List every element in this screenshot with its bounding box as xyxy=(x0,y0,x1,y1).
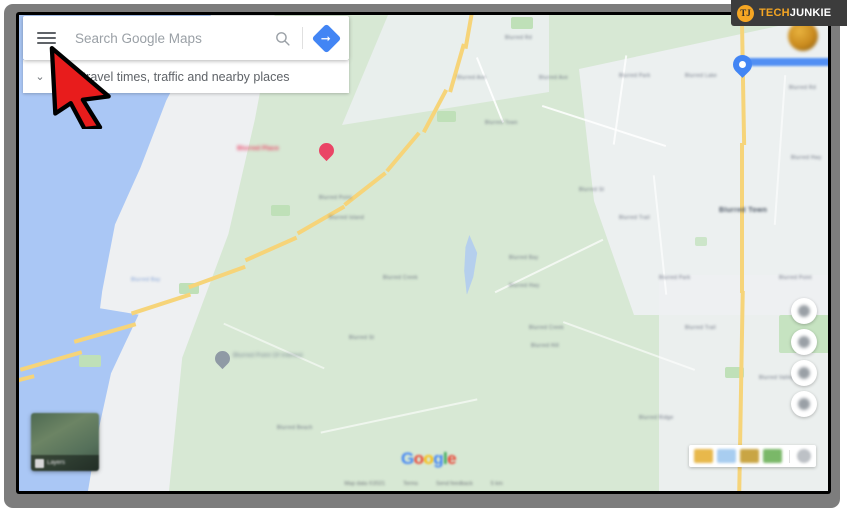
map-label: Blurred Ave xyxy=(457,75,487,81)
map-park xyxy=(437,111,456,122)
street-view-pegman-button[interactable] xyxy=(791,298,817,324)
map-label: Blurred Hwy xyxy=(791,155,822,161)
map-label: Blurred St xyxy=(349,335,375,341)
google-logo-letter: G xyxy=(401,449,414,468)
toolbar-round-button[interactable] xyxy=(797,449,811,463)
map-label: Blurred Valley xyxy=(759,375,794,381)
map-label: Blurred Ave xyxy=(539,75,569,81)
google-logo-letter: o xyxy=(423,449,434,468)
techjunkie-badge-icon: TJ xyxy=(737,4,754,22)
map-label: Blurred St xyxy=(579,187,605,193)
map-label: Blurred Hwy xyxy=(509,283,540,289)
google-logo-letter: g xyxy=(433,449,444,468)
attribution-item[interactable]: Terms xyxy=(403,481,418,487)
map-label: Blurred Town xyxy=(485,120,518,126)
poi-pin[interactable]: Blurred Point Of Interest xyxy=(211,347,303,370)
search-icon[interactable] xyxy=(262,16,302,60)
map-park xyxy=(271,205,290,216)
map-label: Blurred Island xyxy=(329,215,365,221)
map-attribution: Map data ©2021 Terms Send feedback 5 km xyxy=(19,479,828,489)
google-logo: Google xyxy=(401,449,457,469)
map-label: Blurred Point xyxy=(779,275,812,281)
layers-thumbnail[interactable]: Layers xyxy=(31,413,99,471)
toolbar-chip[interactable] xyxy=(740,449,759,463)
travel-times-panel[interactable]: ⌄ See travel times, traffic and nearby p… xyxy=(23,60,349,93)
layers-caption: Layers xyxy=(31,455,99,471)
search-card[interactable]: ➞ xyxy=(23,16,349,60)
travel-times-label: See travel times, traffic and nearby pla… xyxy=(57,69,290,84)
attribution-item: 5 km xyxy=(490,481,503,487)
map-park xyxy=(79,355,101,367)
map-park xyxy=(695,237,707,246)
toolbar-divider xyxy=(789,449,790,463)
map-label-water: Blurred Bay xyxy=(131,277,161,283)
map-label: Blurred Bay xyxy=(509,255,539,261)
map-park xyxy=(511,17,533,29)
map-label: Blurred Trail xyxy=(685,325,716,331)
current-location-pin[interactable] xyxy=(729,51,828,78)
location-label-bar xyxy=(747,58,828,66)
map-label: Blurred Ridge xyxy=(639,415,674,421)
techjunkie-watermark: TJ TECHJUNKIE xyxy=(731,0,847,26)
toolbar-chip[interactable] xyxy=(717,449,736,463)
map-label: Blurred Rd xyxy=(789,85,816,91)
pin-head xyxy=(211,347,234,370)
search-input[interactable] xyxy=(69,30,262,46)
chevron-down-icon[interactable]: ⌄ xyxy=(23,70,57,83)
hamburger-menu-icon[interactable] xyxy=(23,16,69,60)
google-logo-letter: o xyxy=(413,449,424,468)
map-label: Blurred Park xyxy=(619,73,651,79)
map-label: Blurred Creek xyxy=(383,275,418,281)
map-label: Blurred Point xyxy=(319,195,352,201)
zoom-in-button[interactable] xyxy=(791,360,817,386)
watermark-text-primary: TECH xyxy=(759,7,790,19)
map-label: Blurred Beach xyxy=(277,425,313,431)
toolbar-chip[interactable] xyxy=(694,449,713,463)
toolbar-chip[interactable] xyxy=(763,449,782,463)
pin-label: Blurred Place xyxy=(237,145,279,152)
attribution-item: Map data ©2021 xyxy=(344,481,386,487)
pin-head xyxy=(315,139,338,162)
watermark-text-secondary: JUNKIE xyxy=(789,7,832,19)
map-bottom-toolbar[interactable] xyxy=(689,445,816,467)
map-label: Blurred Creek xyxy=(529,325,564,331)
google-logo-letter: e xyxy=(447,449,456,468)
map-label-city: Blurred Town xyxy=(719,207,768,214)
map-viewport[interactable]: Blurred Rd Blurred Ave Blurred Park Blur… xyxy=(19,15,828,491)
map-controls-stack[interactable] xyxy=(791,298,817,417)
directions-icon[interactable]: ➞ xyxy=(303,16,349,60)
map-label: Blurred Park xyxy=(659,275,691,281)
map-label: Blurred Lake xyxy=(685,73,717,79)
zoom-out-button[interactable] xyxy=(791,391,817,417)
map-label: Blurred Trail xyxy=(619,215,650,221)
attribution-item[interactable]: Send feedback xyxy=(436,481,473,487)
directions-diamond: ➞ xyxy=(311,23,341,53)
map-label: Blurred Rd xyxy=(505,35,532,41)
techjunkie-wordmark: TECHJUNKIE xyxy=(759,7,831,19)
map-road xyxy=(740,143,744,293)
map-label: Blurred Hill xyxy=(531,343,560,349)
pin-label: Blurred Point Of Interest xyxy=(233,352,303,359)
layers-icon xyxy=(35,458,44,468)
screenshot-root: Blurred Rd Blurred Ave Blurred Park Blur… xyxy=(0,0,847,515)
my-location-button[interactable] xyxy=(791,329,817,355)
layers-caption-label: Layers xyxy=(47,460,66,466)
selected-place-pin[interactable]: Blurred Place xyxy=(237,139,338,162)
